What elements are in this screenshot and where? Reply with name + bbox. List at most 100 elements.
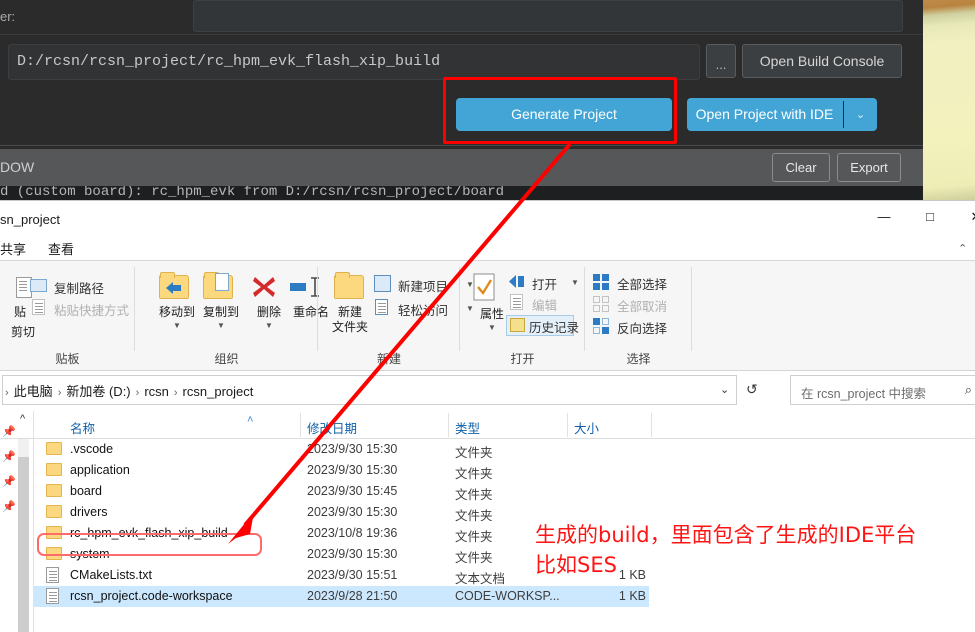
folder-icon [46, 526, 62, 539]
ide-horizontal-rule [0, 145, 923, 146]
column-divider[interactable] [300, 413, 301, 437]
history-label: 历史记录 [529, 317, 579, 336]
breadcrumb[interactable]: ›此电脑›新加卷 (D:)›rcsn›rcsn_project [0, 381, 253, 400]
column-divider[interactable] [448, 413, 449, 437]
ide-top-field-label: er: [0, 9, 15, 24]
search-placeholder: 在 rcsn_project 中搜索 [801, 383, 926, 402]
file-date: 2023/10/8 19:36 [307, 526, 397, 540]
table-row[interactable]: board 2023/9/30 15:45 文件夹 [34, 481, 649, 502]
paste-shortcut-icon [32, 299, 45, 315]
generate-project-button[interactable]: Generate Project [456, 98, 672, 131]
column-divider[interactable] [567, 413, 568, 437]
breadcrumb-item-3[interactable]: rcsn_project [183, 384, 254, 399]
desktop-wallpaper [923, 0, 975, 200]
file-type: 文件夹 [455, 526, 493, 545]
tab-share[interactable]: 共享 [0, 239, 26, 258]
file-type: 文件夹 [455, 547, 493, 566]
refresh-icon[interactable]: ↺ [746, 381, 758, 398]
select-none-label: 全部取消 [617, 296, 667, 315]
chevron-up-icon[interactable]: ⌃ [958, 242, 967, 255]
minimize-button[interactable]: — [861, 201, 907, 233]
file-type: 文件夹 [455, 484, 493, 503]
clipboard-group-label: 贴板 [0, 350, 135, 367]
ribbon-group-organize: 移动到 ▼ 复制到 ▼ 删除 ▼ [135, 261, 318, 371]
file-date: 2023/9/28 21:50 [307, 589, 397, 603]
select-all-icon [593, 274, 609, 290]
breadcrumb-sep: › [136, 387, 140, 399]
file-date: 2023/9/30 15:30 [307, 463, 397, 477]
file-name: drivers [70, 505, 108, 519]
ide-top-row: er: [0, 0, 923, 34]
search-input[interactable]: 在 rcsn_project 中搜索 ⌕ [790, 375, 975, 405]
open-project-with-ide-button[interactable]: Open Project with IDE ⌄ [687, 98, 877, 131]
log-title: DOW [0, 159, 34, 175]
select-group-label: 选择 [585, 350, 692, 367]
open-icon [508, 274, 526, 289]
open-build-console-button[interactable]: Open Build Console [742, 44, 902, 78]
ribbon: 贴 剪切 复制路径 粘贴快捷方式 贴板 [0, 261, 975, 371]
chevron-down-icon[interactable]: ⌄ [844, 98, 877, 131]
breadcrumb-item-2[interactable]: rcsn [144, 384, 169, 399]
chevron-down-icon: ▼ [571, 278, 579, 287]
ribbon-tab-strip: 共享 查看 ⌃ [0, 235, 975, 261]
file-size: 1 KB [574, 589, 646, 603]
select-all-label: 全部选择 [617, 274, 667, 293]
file-type: 文本文档 [455, 568, 505, 587]
column-header-type[interactable]: 类型 [455, 418, 480, 437]
address-bar-row: ›此电脑›新加卷 (D:)›rcsn›rcsn_project ⌄ ↺ 在 rc… [0, 372, 975, 410]
file-type: 文件夹 [455, 463, 493, 482]
folder-icon [46, 547, 62, 560]
pin-icon[interactable]: 📌 [2, 475, 16, 488]
log-output-panel[interactable]: d (custom board): rc_hpm_evk from D:/rcs… [0, 186, 923, 200]
new-folder-icon [334, 275, 364, 299]
table-row[interactable]: .vscode 2023/9/30 15:30 文件夹 [34, 439, 649, 460]
column-header-size[interactable]: 大小 [574, 418, 599, 437]
pin-icon[interactable]: 📌 [2, 450, 16, 463]
invert-selection-label: 反向选择 [617, 318, 667, 337]
column-divider[interactable] [651, 413, 652, 437]
new-item-label: 新建项目 [398, 276, 448, 295]
close-button[interactable]: ✕ [953, 201, 975, 233]
select-none-icon [593, 296, 609, 312]
nav-scroll-up-icon[interactable]: ^ [20, 413, 25, 425]
copy-path-icon [30, 279, 47, 292]
column-header-row: 名称˄ 修改日期 类型 大小 [0, 411, 975, 439]
ribbon-group-open: 属性 ▼ 打开 ▼ 编辑 历史记录 打开 [460, 261, 585, 371]
column-header-name[interactable]: 名称˄ [70, 418, 95, 437]
new-folder-caption: 新建 文件夹 [318, 305, 382, 335]
ide-action-row: Generate Project Open Project with IDE ⌄ [0, 90, 923, 142]
file-type: 文件夹 [455, 505, 493, 524]
text-file-icon [46, 567, 59, 583]
export-button[interactable]: Export [837, 153, 901, 182]
build-path-input[interactable]: D:/rcsn/rcsn_project/rc_hpm_evk_flash_xi… [8, 44, 700, 80]
tab-view[interactable]: 查看 [48, 239, 74, 258]
file-date: 2023/9/30 15:51 [307, 568, 397, 582]
breadcrumb-sep: › [174, 387, 178, 399]
file-date: 2023/9/30 15:45 [307, 484, 397, 498]
file-name: system [70, 547, 110, 561]
table-row[interactable]: rcsn_project.code-workspace 2023/9/28 21… [34, 586, 649, 607]
chevron-down-icon: ▼ [488, 323, 496, 332]
file-name: rc_hpm_evk_flash_xip_build [70, 526, 228, 540]
breadcrumb-item-1[interactable]: 新加卷 (D:) [66, 384, 130, 399]
clear-button[interactable]: Clear [772, 153, 830, 182]
edit-icon [510, 294, 523, 310]
column-header-date[interactable]: 修改日期 [307, 418, 357, 437]
ide-top-input[interactable] [193, 0, 903, 32]
pin-icon[interactable]: 📌 [2, 500, 16, 513]
browse-button[interactable]: ... [706, 44, 736, 78]
history-menu[interactable]: 历史记录 [506, 315, 574, 336]
chevron-down-icon[interactable]: ⌄ [720, 383, 729, 396]
table-row[interactable]: application 2023/9/30 15:30 文件夹 [34, 460, 649, 481]
edit-label: 编辑 [532, 295, 557, 314]
copy-path-label: 复制路径 [54, 278, 104, 297]
move-arrow-icon [165, 281, 187, 297]
history-icon [510, 318, 525, 332]
pin-icon[interactable]: 📌 [2, 425, 16, 438]
organize-group-label: 组织 [135, 350, 318, 367]
breadcrumb-item-0[interactable]: 此电脑 [14, 384, 53, 399]
annotation-text: 生成的build，里面包含了生成的IDE平台 比如SES [535, 520, 965, 580]
file-name: board [70, 484, 102, 498]
maximize-button[interactable]: □ [907, 201, 953, 233]
nav-scrollbar-thumb[interactable] [18, 457, 29, 632]
